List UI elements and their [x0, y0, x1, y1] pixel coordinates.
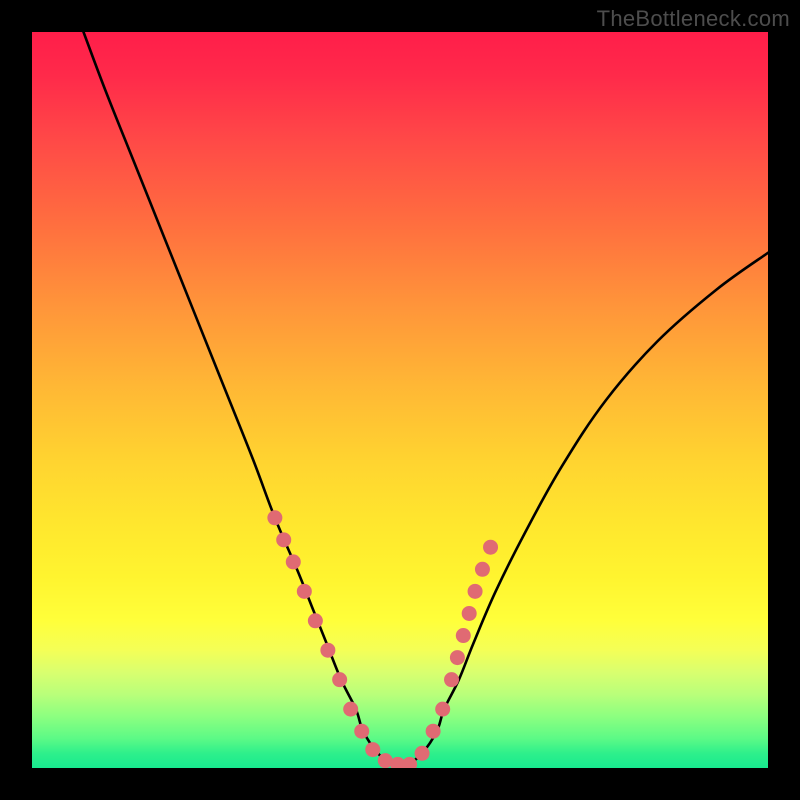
marker-dot: [308, 613, 323, 628]
marker-dot: [435, 702, 450, 717]
marker-dot: [456, 628, 471, 643]
marker-dot: [462, 606, 477, 621]
marker-dot: [426, 724, 441, 739]
marker-dot: [286, 554, 301, 569]
curve-layer: [32, 32, 768, 768]
marker-dot: [450, 650, 465, 665]
bottleneck-curve: [84, 32, 768, 766]
marker-dot: [332, 672, 347, 687]
marker-dot: [343, 702, 358, 717]
marker-dot: [320, 643, 335, 658]
marker-dot: [276, 532, 291, 547]
chart-frame: TheBottleneck.com: [0, 0, 800, 800]
watermark-text: TheBottleneck.com: [597, 6, 790, 32]
marker-dot: [354, 724, 369, 739]
marker-dot: [475, 562, 490, 577]
marker-dot: [444, 672, 459, 687]
marker-dot: [297, 584, 312, 599]
marker-dot: [365, 742, 380, 757]
highlight-markers: [267, 510, 498, 768]
marker-dot: [483, 540, 498, 555]
marker-dot: [267, 510, 282, 525]
marker-dot: [468, 584, 483, 599]
marker-dot: [415, 746, 430, 761]
plot-area: [32, 32, 768, 768]
